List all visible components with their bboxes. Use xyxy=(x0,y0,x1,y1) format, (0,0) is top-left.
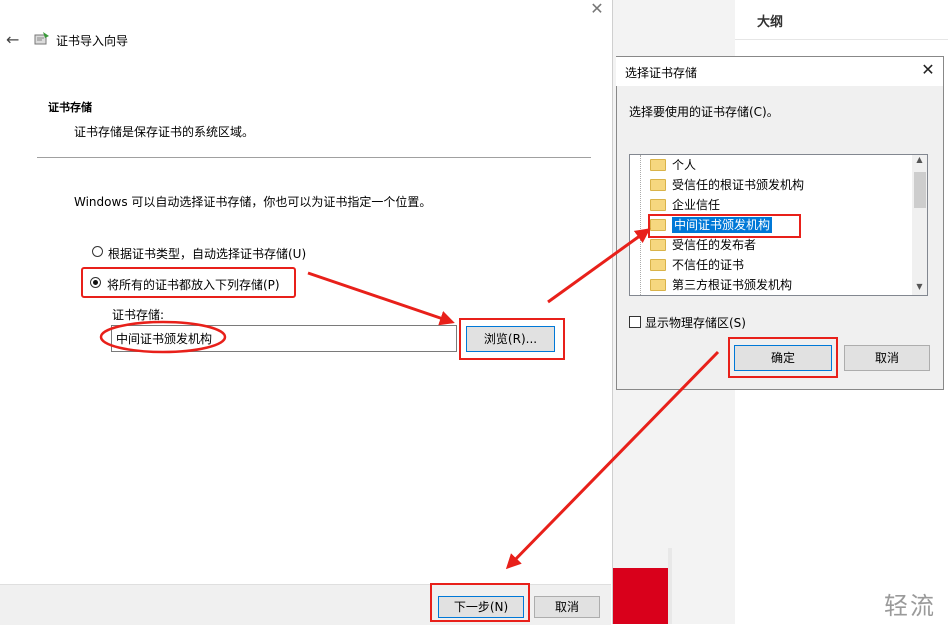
certificate-wizard-icon xyxy=(34,32,49,45)
outline-divider xyxy=(735,39,948,40)
folder-icon xyxy=(650,238,666,251)
background-red-block xyxy=(612,568,668,624)
radio-auto-select[interactable] xyxy=(92,246,103,257)
highlight-browse-button xyxy=(459,318,565,360)
scrollbar-thumb[interactable] xyxy=(914,172,926,208)
highlight-manual-option xyxy=(81,267,296,298)
folder-icon xyxy=(650,258,666,271)
certificate-import-wizard xyxy=(0,0,613,624)
section-title: 证书存储 xyxy=(48,101,92,114)
folder-icon xyxy=(650,198,666,211)
wizard-title: 证书导入向导 xyxy=(56,34,129,48)
scroll-up-icon[interactable]: ▲ xyxy=(912,155,927,164)
highlight-ok-button xyxy=(728,337,838,378)
certificate-store-value: 中间证书颁发机构 xyxy=(116,332,213,346)
section-description: 证书存储是保存证书的系统区域。 xyxy=(74,125,255,139)
folder-icon xyxy=(650,158,666,171)
dialog-title: 选择证书存储 xyxy=(625,66,698,80)
radio-auto-select-label[interactable]: 根据证书类型，自动选择证书存储(U) xyxy=(108,245,306,262)
watermark: 轻流 xyxy=(884,592,936,620)
store-item-trusted-root[interactable]: 受信任的根证书颁发机构 xyxy=(650,176,804,194)
header-separator xyxy=(37,157,591,158)
store-item-untrusted[interactable]: 不信任的证书 xyxy=(650,256,744,274)
dialog-close-icon[interactable]: ✕ xyxy=(918,60,938,79)
store-item-third-party-root[interactable]: 第三方根证书颁发机构 xyxy=(650,276,792,294)
close-icon[interactable]: ✕ xyxy=(588,0,606,18)
folder-icon xyxy=(650,178,666,191)
outline-title: 大纲 xyxy=(757,15,784,30)
store-item-personal[interactable]: 个人 xyxy=(650,156,696,174)
cancel-button[interactable]: 取消 xyxy=(534,596,600,618)
store-item-trusted-publishers[interactable]: 受信任的发布者 xyxy=(650,236,756,254)
folder-icon xyxy=(650,278,666,291)
show-physical-label[interactable]: 显示物理存储区(S) xyxy=(645,314,746,331)
instruction-text: Windows 可以自动选择证书存储，你也可以为证书指定一个位置。 xyxy=(74,195,432,209)
background-strip xyxy=(668,548,672,624)
show-physical-checkbox[interactable] xyxy=(629,316,641,328)
dialog-instruction: 选择要使用的证书存储(C)。 xyxy=(629,105,779,119)
back-arrow-icon[interactable]: ← xyxy=(6,30,19,49)
highlight-next-button xyxy=(430,583,530,622)
store-field-label: 证书存储: xyxy=(112,308,165,322)
scroll-down-icon[interactable]: ▼ xyxy=(912,282,927,291)
highlight-selected-store xyxy=(648,214,801,238)
dialog-cancel-button[interactable]: 取消 xyxy=(844,345,930,371)
store-item-enterprise-trust[interactable]: 企业信任 xyxy=(650,196,720,214)
tree-connector xyxy=(640,155,641,295)
